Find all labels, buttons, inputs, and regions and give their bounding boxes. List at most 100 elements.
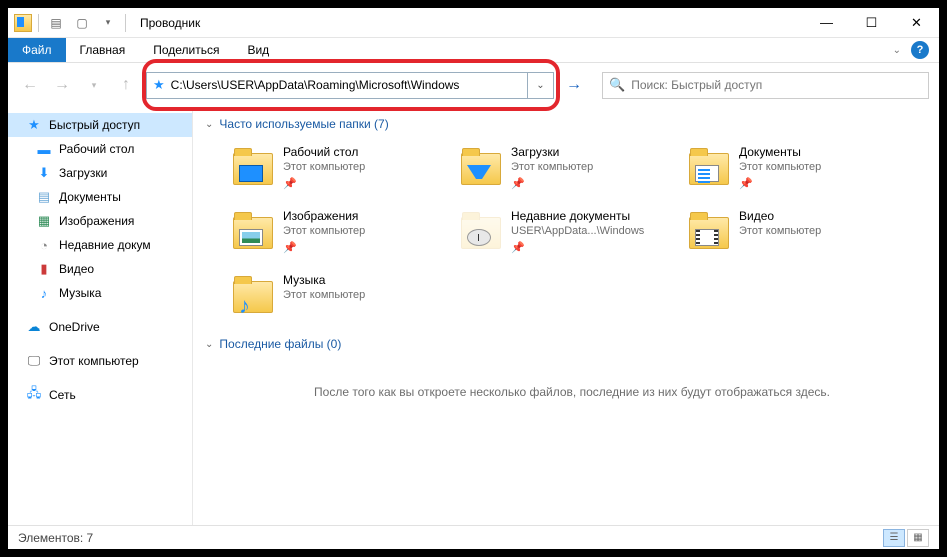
view-details-button[interactable]: ☰	[883, 529, 905, 547]
folder-overlay-icon	[467, 165, 491, 182]
tile-meta: ИзображенияЭтот компьютер📌	[283, 207, 365, 254]
ribbon-tabs: Файл Главная Поделиться Вид ⌄ ?	[8, 38, 939, 63]
item-count: Элементов: 7	[18, 531, 93, 545]
titlebar: ▤ ▢ ▾ Проводник — ☐ ✕	[8, 8, 939, 38]
chevron-down-icon: ⌄	[205, 339, 213, 350]
folder-tile[interactable]: Рабочий стол Этот компьютер 📌	[233, 141, 461, 205]
tile-name: Изображения	[283, 209, 365, 223]
sidebar-item-downloads[interactable]: ⬇Загрузки	[8, 161, 192, 185]
search-box[interactable]: 🔍	[602, 72, 929, 99]
address-bar[interactable]: ★ ⌄	[146, 72, 554, 99]
star-icon: ★	[26, 117, 42, 133]
tab-home[interactable]: Главная	[66, 38, 140, 62]
ribbon-expand-icon[interactable]: ⌄	[893, 45, 901, 56]
sidebar-this-pc[interactable]: 🖵Этот компьютер	[8, 349, 192, 373]
music-overlay-icon: ♪	[239, 293, 263, 310]
minimize-button[interactable]: —	[804, 8, 849, 37]
tile-meta: Недавние документыUSER\AppData...\Window…	[511, 207, 644, 254]
tile-sub: Этот компьютер	[283, 289, 365, 301]
sidebar-item-desktop[interactable]: ▬Рабочий стол	[8, 137, 192, 161]
folder-tile[interactable]: ИзображенияЭтот компьютер📌	[233, 205, 461, 269]
tile-sub: USER\AppData...\Windows	[511, 225, 644, 237]
sidebar-item-recent[interactable]: ◔Недавние докум	[8, 233, 192, 257]
empty-message: После того как вы откроете несколько фай…	[205, 361, 939, 423]
section-recent[interactable]: ⌄ Последние файлы (0)	[205, 333, 939, 361]
tab-share[interactable]: Поделиться	[139, 38, 233, 62]
sidebar-onedrive[interactable]: ☁OneDrive	[8, 315, 192, 339]
explorer-icon	[14, 14, 32, 32]
nav-recent-dropdown[interactable]: ▾	[82, 73, 106, 97]
address-input[interactable]	[171, 74, 527, 97]
ribbon-right: ⌄ ?	[893, 38, 939, 62]
folder-tile[interactable]: Документы Этот компьютер 📌	[689, 141, 917, 205]
help-icon[interactable]: ?	[911, 41, 929, 59]
view-switcher: ☰ ▦	[883, 529, 929, 547]
tile-sub: Этот компьютер	[511, 161, 593, 173]
address-bar-container: ★ ⌄	[146, 65, 554, 105]
folder-tile[interactable]: ♪ МузыкаЭтот компьютер	[233, 269, 461, 333]
search-input[interactable]	[631, 78, 922, 92]
window-controls: — ☐ ✕	[804, 8, 939, 37]
folder-overlay-icon	[695, 165, 719, 182]
sidebar-item-pictures[interactable]: ▦Изображения	[8, 209, 192, 233]
tile-name: Документы	[739, 145, 821, 159]
qat-dropdown-icon[interactable]: ▾	[97, 12, 119, 34]
tile-sub: Этот компьютер	[739, 225, 821, 237]
tile-name: Загрузки	[511, 145, 593, 159]
sidebar-item-music[interactable]: ♪Музыка	[8, 281, 192, 305]
search-icon: 🔍	[609, 77, 625, 93]
pin-icon: 📌	[283, 177, 297, 190]
pin-icon: 📌	[511, 177, 525, 190]
tile-meta: Документы Этот компьютер 📌	[739, 143, 821, 190]
sidebar-item-documents[interactable]: ▤Документы	[8, 185, 192, 209]
recent-icon: ◔	[36, 237, 52, 253]
sidebar-quick-access[interactable]: ★ Быстрый доступ	[8, 113, 192, 137]
folder-icon	[689, 207, 731, 249]
nav-up-button[interactable]: ↑	[114, 73, 138, 97]
section-frequent[interactable]: ⌄ Часто используемые папки (7)	[205, 111, 939, 141]
folder-overlay-icon	[239, 165, 263, 182]
status-bar: Элементов: 7 ☰ ▦	[8, 525, 939, 549]
address-history-dropdown[interactable]: ⌄	[527, 73, 553, 98]
folder-tile[interactable]: Загрузки Этот компьютер 📌	[461, 141, 689, 205]
quick-access-toolbar: ▤ ▢ ▾	[8, 12, 134, 34]
close-button[interactable]: ✕	[894, 8, 939, 37]
sidebar-network[interactable]: 🖧Сеть	[8, 383, 192, 407]
tile-name: Рабочий стол	[283, 145, 365, 159]
tile-sub: Этот компьютер	[283, 225, 365, 237]
body: ★ Быстрый доступ ▬Рабочий стол ⬇Загрузки…	[8, 107, 939, 525]
refresh-button[interactable]: →	[562, 73, 586, 97]
folder-icon	[233, 143, 275, 185]
maximize-button[interactable]: ☐	[849, 8, 894, 37]
documents-icon: ▤	[36, 189, 52, 205]
sidebar-item-videos[interactable]: ▮Видео	[8, 257, 192, 281]
nav-pane: ★ Быстрый доступ ▬Рабочий стол ⬇Загрузки…	[8, 107, 193, 525]
pc-icon: 🖵	[26, 353, 42, 369]
tile-sub: Этот компьютер	[739, 161, 821, 173]
folder-icon	[461, 207, 503, 249]
nav-back-button[interactable]: ←	[18, 73, 42, 97]
qat-divider	[38, 14, 39, 32]
network-icon: 🖧	[26, 387, 42, 403]
tile-meta: МузыкаЭтот компьютер	[283, 271, 365, 303]
folder-icon	[233, 207, 275, 249]
pin-icon: 📌	[739, 177, 753, 190]
view-icons-button[interactable]: ▦	[907, 529, 929, 547]
tab-view[interactable]: Вид	[233, 38, 283, 62]
videos-icon: ▮	[36, 261, 52, 277]
nav-forward-button[interactable]: →	[50, 73, 74, 97]
folder-overlay-icon	[239, 229, 263, 246]
downloads-icon: ⬇	[36, 165, 52, 181]
folder-tile[interactable]: ВидеоЭтот компьютер	[689, 205, 917, 269]
pictures-icon: ▦	[36, 213, 52, 229]
properties-icon[interactable]: ▤	[45, 12, 67, 34]
onedrive-icon: ☁	[26, 319, 42, 335]
folder-icon	[461, 143, 503, 185]
content-pane: ⌄ Часто используемые папки (7) Рабочий с…	[193, 107, 939, 525]
tab-file[interactable]: Файл	[8, 38, 66, 62]
new-folder-icon[interactable]: ▢	[71, 12, 93, 34]
tile-sub: Этот компьютер	[283, 161, 365, 173]
pin-icon: 📌	[511, 241, 525, 254]
chevron-down-icon: ⌄	[205, 119, 213, 130]
folder-tile[interactable]: Недавние документыUSER\AppData...\Window…	[461, 205, 689, 269]
